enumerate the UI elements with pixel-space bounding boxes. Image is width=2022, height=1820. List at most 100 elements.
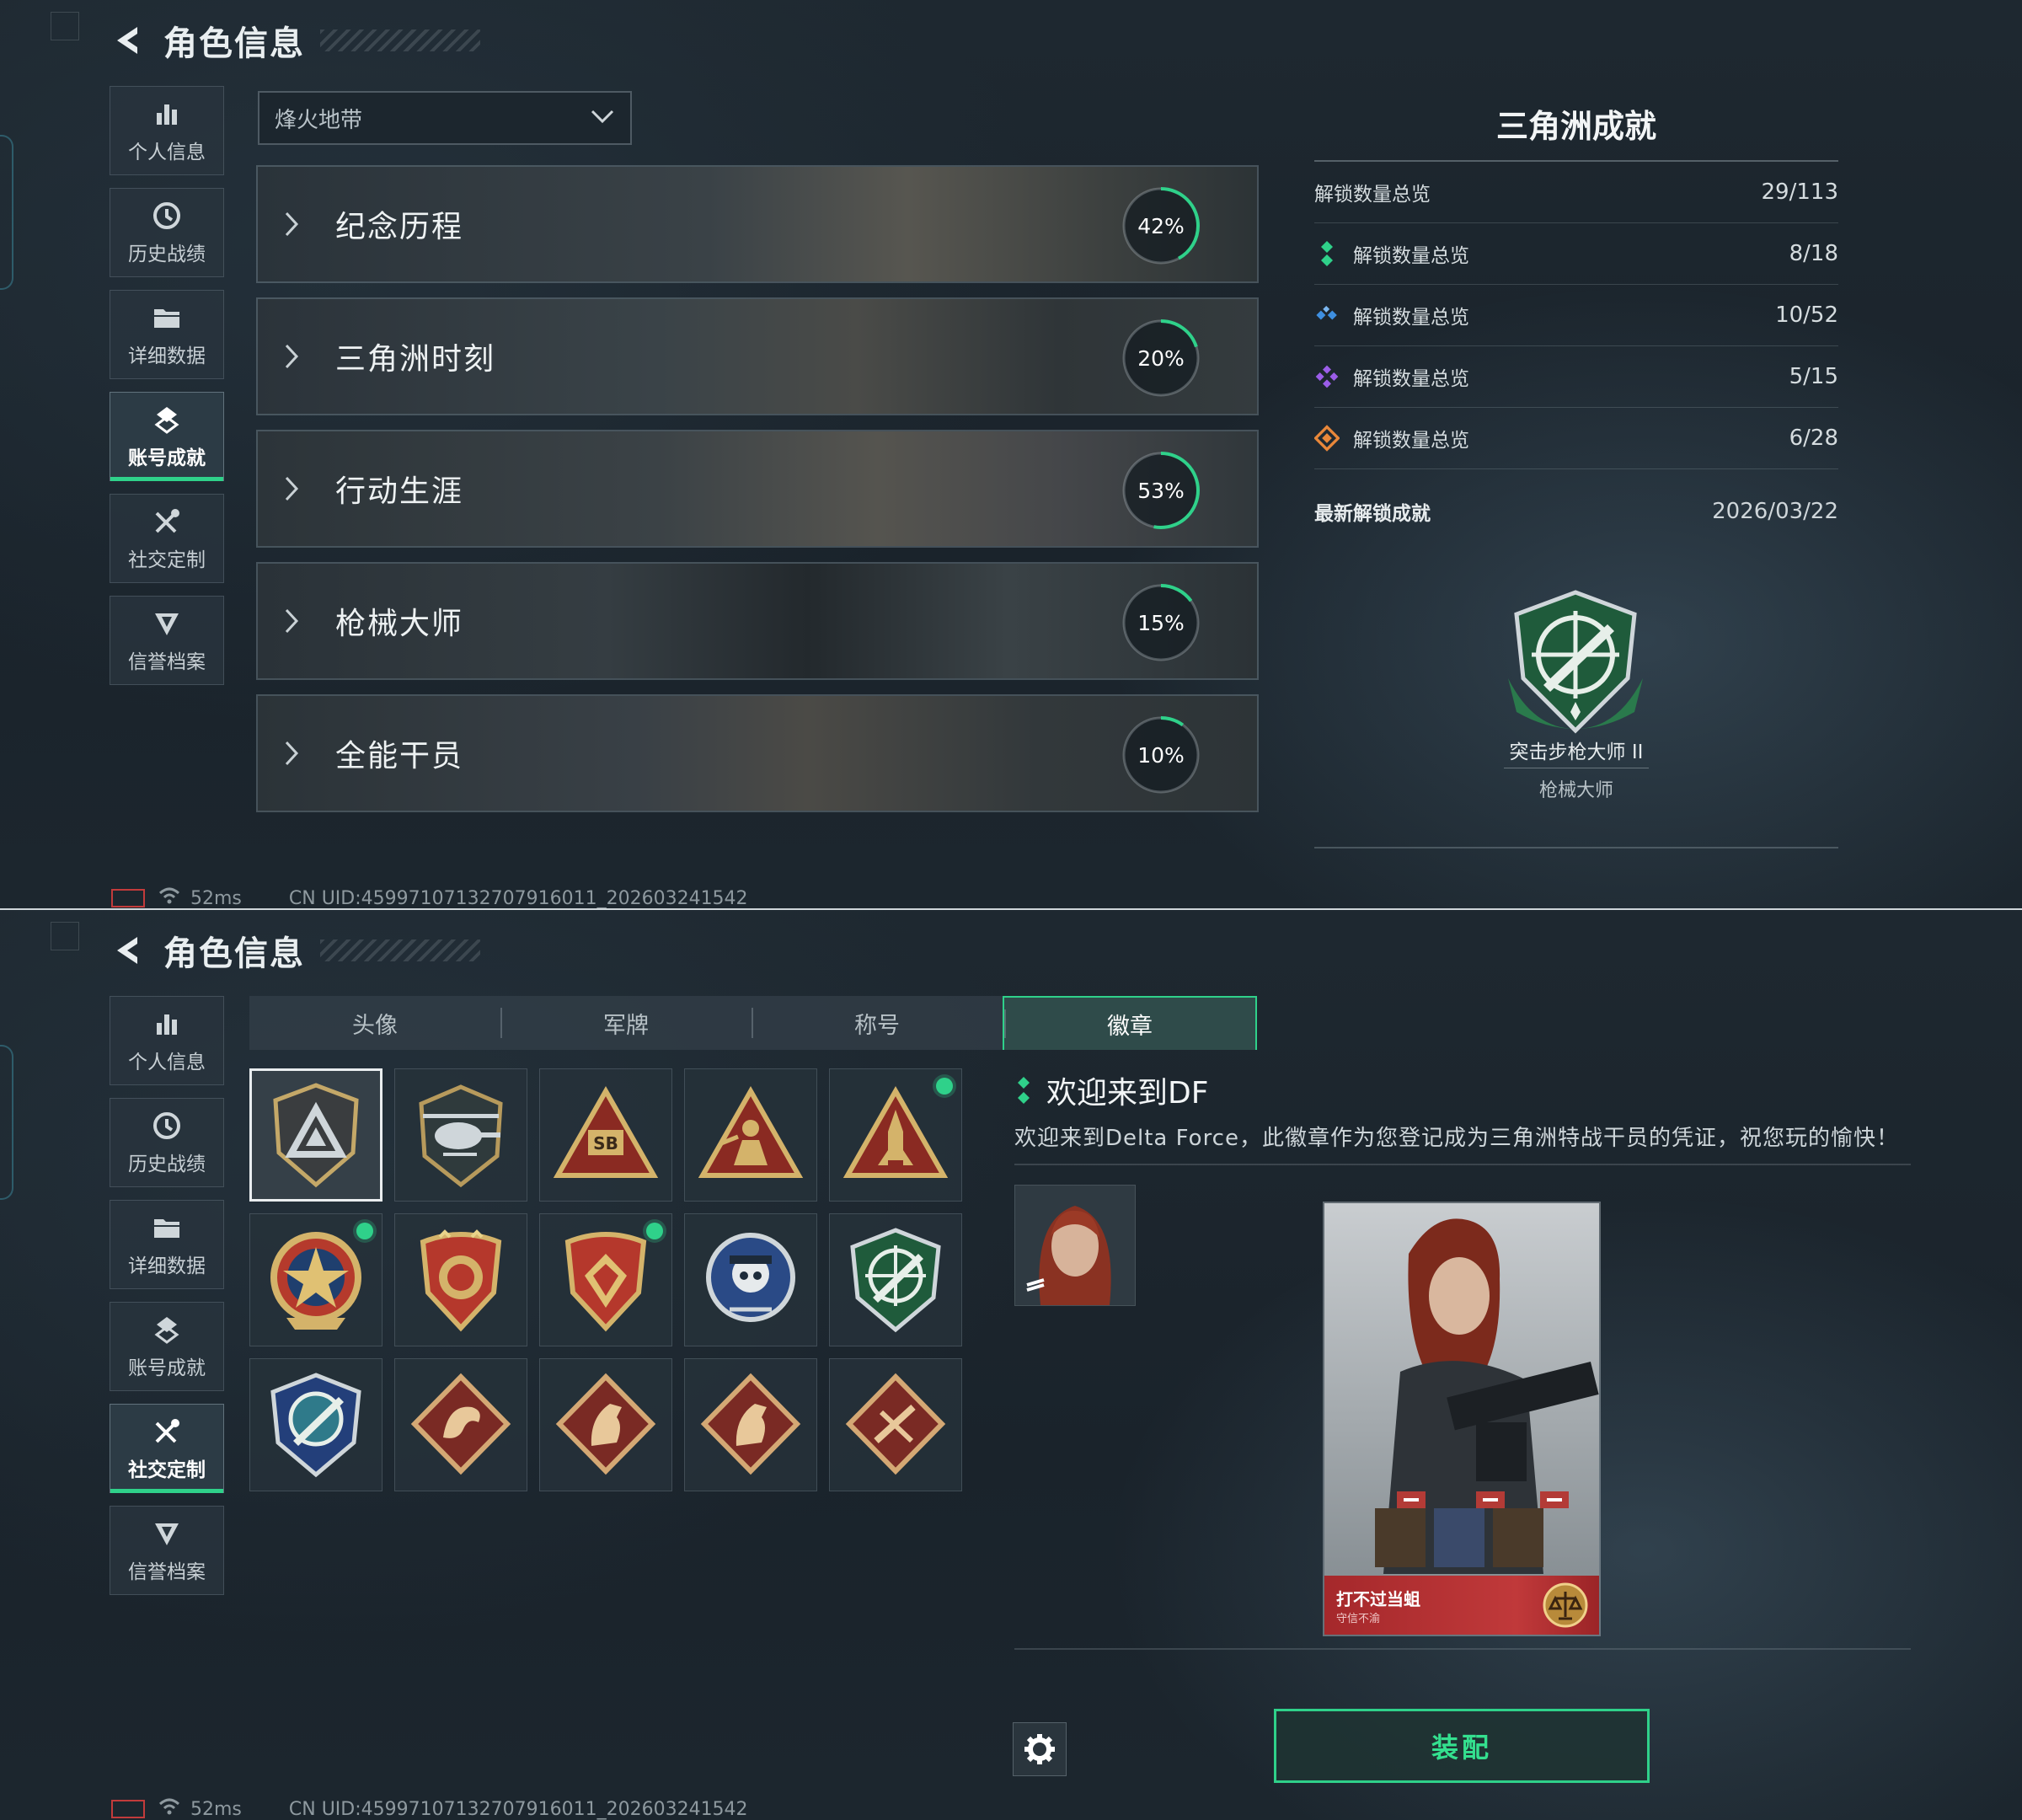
badge-cell[interactable] xyxy=(249,1213,382,1346)
back-arrow-icon[interactable] xyxy=(110,931,148,970)
wifi-icon xyxy=(158,886,180,908)
nav-item-achievements[interactable]: 账号成就 xyxy=(110,392,224,481)
progress-percent: 15% xyxy=(1137,610,1185,635)
scales-emblem-icon xyxy=(1543,1582,1588,1628)
equip-button[interactable]: 装配 xyxy=(1274,1709,1650,1783)
tools-icon xyxy=(152,1415,182,1448)
blue-target-badge-icon xyxy=(270,1373,361,1478)
nav-label: 信誉档案 xyxy=(128,651,206,673)
badge-cell[interactable] xyxy=(394,1358,527,1491)
badge-cell[interactable] xyxy=(249,1068,382,1202)
status-bar: 52ms CN UID:45997107132707916011_2026032… xyxy=(111,1797,748,1820)
back-arrow-icon[interactable] xyxy=(110,21,148,60)
green-diamond-icon xyxy=(1314,241,1340,266)
nav-item-social[interactable]: 社交定制 xyxy=(110,494,224,583)
status-bar: 52ms CN UID:45997107132707916011_2026032… xyxy=(111,886,748,909)
category-row[interactable]: 三角洲时刻 20% xyxy=(256,297,1259,415)
latest-achievement-card[interactable]: 突击步枪大师 II 枪械大师 xyxy=(1314,543,1838,848)
badge-cell[interactable] xyxy=(249,1358,382,1491)
divider xyxy=(1014,1648,1911,1650)
tab-avatar[interactable]: 头像 xyxy=(249,996,500,1050)
latest-label: 最新解锁成就 xyxy=(1314,503,1431,525)
badge-cell[interactable] xyxy=(394,1213,527,1346)
category-row[interactable]: 全能干员 10% xyxy=(256,694,1259,812)
nav-item-profile[interactable]: 个人信息 xyxy=(110,996,224,1085)
nav-item-history[interactable]: 历史战绩 xyxy=(110,1098,224,1187)
nav-item-achievements[interactable]: 账号成就 xyxy=(110,1302,224,1391)
green-diamond-icon xyxy=(1014,1075,1033,1105)
character-card: 打不过当蛆 守信不渝 xyxy=(1323,1202,1601,1636)
nav-item-social[interactable]: 社交定制 xyxy=(110,1404,224,1493)
nav-item-details[interactable]: 详细数据 xyxy=(110,1200,224,1289)
dragon-diamond-badge-icon xyxy=(410,1373,511,1475)
custom-tabs: 头像 军牌 称号 徽章 xyxy=(249,996,1257,1050)
badge-cell[interactable] xyxy=(539,1213,672,1346)
category-list: 纪念历程 42% 三角洲时刻 20% 行动生涯 53% 枪械大师 15% 全能干… xyxy=(256,165,1259,827)
card-subtitle: 守信不渝 xyxy=(1336,1613,1381,1625)
nav-item-details[interactable]: 详细数据 xyxy=(110,290,224,379)
stat-label: 解锁数量总览 xyxy=(1314,184,1431,206)
stat-row: 解锁数量总览 5/15 xyxy=(1314,346,1838,408)
dropdown-value: 烽火地带 xyxy=(275,107,363,133)
page-header: 角色信息 xyxy=(110,925,480,976)
nav-label: 账号成就 xyxy=(128,1357,206,1379)
badge-title: 欢迎来到DF xyxy=(1046,1076,1209,1111)
nav-item-credit[interactable]: 信誉档案 xyxy=(110,596,224,685)
battery-icon xyxy=(111,889,145,907)
header-decoration xyxy=(320,939,480,961)
clock-icon xyxy=(152,1109,182,1143)
badge-category: 枪械大师 xyxy=(1538,780,1613,801)
badge-cell[interactable] xyxy=(829,1213,962,1346)
badge-cell[interactable] xyxy=(539,1358,672,1491)
tab-dogtag[interactable]: 军牌 xyxy=(500,996,752,1050)
badge-cell[interactable] xyxy=(684,1358,817,1491)
nav-label: 社交定制 xyxy=(128,549,206,571)
uid-text: CN UID:45997107132707916011_202603241542 xyxy=(288,887,748,909)
badge-cell[interactable] xyxy=(829,1068,962,1202)
panel-title: 三角洲成就 xyxy=(1314,99,1838,162)
edge-tab[interactable] xyxy=(0,1045,13,1200)
badge-grid: SB xyxy=(249,1068,964,1491)
gear-icon xyxy=(1024,1734,1055,1764)
stat-row: 解锁数量总览 10/52 xyxy=(1314,285,1838,346)
badge-cell[interactable] xyxy=(684,1213,817,1346)
nav-item-profile[interactable]: 个人信息 xyxy=(110,86,224,175)
badge-cell[interactable] xyxy=(684,1068,817,1202)
stat-row-total: 解锁数量总览 29/113 xyxy=(1314,162,1838,223)
badge-name: 突击步枪大师 II xyxy=(1509,741,1644,763)
skull-blue-badge-icon xyxy=(706,1233,795,1322)
character-portrait xyxy=(1324,1203,1599,1635)
category-label: 枪械大师 xyxy=(335,607,464,641)
card-name-bar: 打不过当蛆 守信不渝 xyxy=(1324,1576,1599,1635)
card-name: 打不过当蛆 xyxy=(1336,1589,1420,1609)
latest-achievement-row: 最新解锁成就 2026/03/22 xyxy=(1314,479,1838,543)
avatar-thumbnail[interactable] xyxy=(1014,1185,1136,1306)
category-row[interactable]: 纪念历程 42% xyxy=(256,165,1259,283)
nav-label: 历史战绩 xyxy=(128,1154,206,1175)
badge-cell[interactable]: SB xyxy=(539,1068,672,1202)
nav-item-credit[interactable]: 信誉档案 xyxy=(110,1506,224,1595)
nav-item-history[interactable]: 历史战绩 xyxy=(110,188,224,277)
battery-icon xyxy=(111,1800,145,1818)
category-row[interactable]: 枪械大师 15% xyxy=(256,562,1259,680)
settings-button[interactable] xyxy=(1013,1722,1067,1776)
mode-dropdown[interactable]: 烽火地带 xyxy=(258,91,632,145)
stat-label: 解锁数量总览 xyxy=(1353,245,1469,267)
progress-percent: 53% xyxy=(1137,478,1185,503)
corner-marker xyxy=(51,12,79,40)
category-row[interactable]: 行动生涯 53% xyxy=(256,430,1259,548)
badge-cell[interactable] xyxy=(829,1358,962,1491)
stat-label: 解锁数量总览 xyxy=(1353,368,1469,390)
purple-diamond-icon xyxy=(1314,364,1340,389)
soldier-triangle-badge-icon xyxy=(698,1085,804,1178)
tab-badge[interactable]: 徽章 xyxy=(1003,996,1257,1050)
rocket-triangle-badge-icon xyxy=(842,1085,949,1178)
stat-label: 解锁数量总览 xyxy=(1353,430,1469,452)
latest-date: 2026/03/22 xyxy=(1712,499,1838,524)
badge-cell[interactable] xyxy=(394,1068,527,1202)
tab-title[interactable]: 称号 xyxy=(752,996,1003,1050)
category-label: 行动生涯 xyxy=(335,474,464,509)
shield-emblem-icon xyxy=(152,1517,182,1550)
edge-tab[interactable] xyxy=(0,135,13,290)
sb-triangle-badge-icon: SB xyxy=(553,1085,659,1178)
